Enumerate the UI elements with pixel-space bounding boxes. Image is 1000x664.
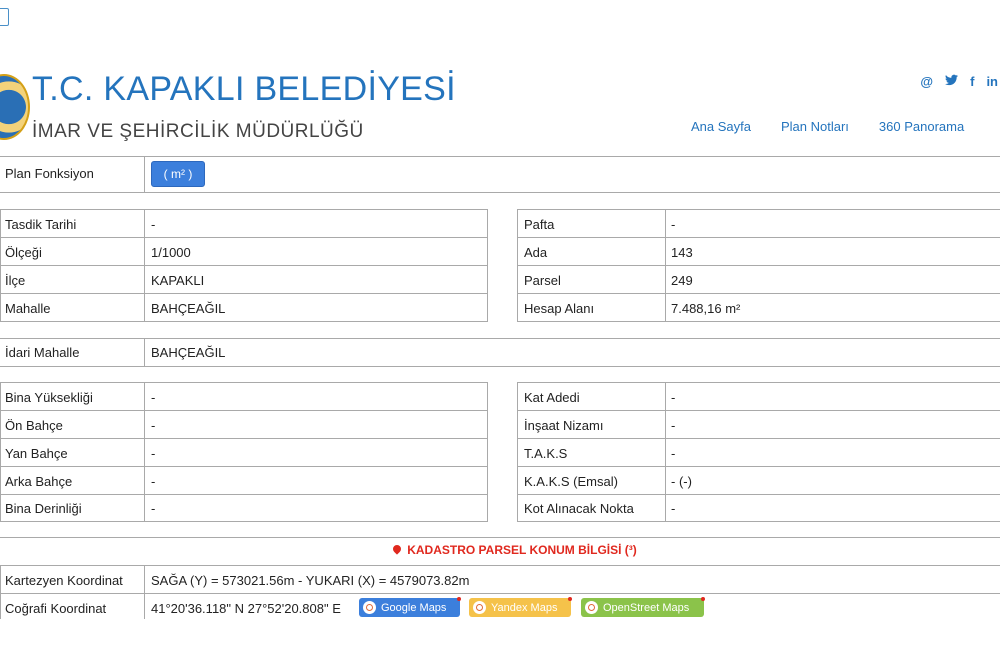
info-value: 7.488,16 m² — [671, 301, 741, 316]
info-label: Ada — [524, 245, 548, 260]
openstreet-maps-label: OpenStreet Maps — [603, 601, 690, 614]
page-title: T.C. KAPAKLI BELEDİYESİ — [32, 70, 456, 108]
divider — [0, 466, 488, 467]
divider — [144, 565, 145, 619]
info-value: 143 — [671, 245, 693, 260]
divider — [517, 494, 1000, 495]
build-label: K.A.K.S (Emsal) — [524, 474, 618, 489]
idari-label: İdari Mahalle — [5, 345, 80, 360]
build-value: - — [671, 501, 676, 516]
google-maps-button[interactable]: Google Maps — [359, 597, 461, 617]
info-label: Ölçeği — [5, 245, 42, 260]
build-label: Ön Bahçe — [5, 418, 63, 433]
kadastro-title: KADASTRO PARSEL KONUM BİLGİSİ (³) — [0, 543, 1000, 557]
build-value: - — [151, 418, 156, 433]
build-value: - — [671, 418, 676, 433]
map-pin-icon — [391, 543, 403, 555]
kadastro-title-text: KADASTRO PARSEL KONUM BİLGİSİ (³) — [407, 543, 637, 557]
map-marker-icon — [363, 601, 376, 614]
build-label: Kat Adedi — [524, 390, 580, 405]
divider — [0, 565, 1000, 566]
divider — [0, 537, 1000, 538]
divider — [517, 293, 1000, 294]
info-label: Pafta — [524, 217, 555, 232]
info-value: KAPAKLI — [151, 273, 205, 288]
divider — [0, 494, 488, 495]
build-label: Kot Alınacak Nokta — [524, 501, 634, 516]
divider — [144, 382, 145, 522]
twitter-icon[interactable] — [945, 74, 959, 89]
build-value: - — [671, 390, 676, 405]
google-maps-label: Google Maps — [381, 601, 447, 614]
build-value: - — [151, 446, 156, 461]
info-value: BAHÇEAĞIL — [151, 301, 226, 316]
municipality-logo — [0, 74, 30, 140]
main-nav: Ana Sayfa Plan Notları 360 Panorama — [691, 119, 964, 134]
cografi-value: 41°20'36.118" N 27°52'20.808" E — [151, 601, 341, 616]
build-label: İnşaat Nizamı — [524, 418, 604, 433]
badge-dot — [457, 597, 461, 601]
divider — [517, 237, 1000, 238]
divider — [0, 338, 1000, 339]
info-label: Parsel — [524, 273, 561, 288]
kartezyen-label: Kartezyen Koordinat — [5, 573, 123, 588]
divider — [517, 410, 1000, 411]
build-value: - — [151, 390, 156, 405]
divider — [0, 565, 1, 619]
divider — [517, 466, 1000, 467]
divider — [665, 382, 666, 522]
info-value: 1/1000 — [151, 245, 191, 260]
nav-plan-notes[interactable]: Plan Notları — [781, 119, 849, 134]
info-value: 249 — [671, 273, 693, 288]
divider — [0, 237, 488, 238]
divider — [144, 338, 145, 367]
build-value: - (-) — [671, 474, 692, 489]
divider — [517, 265, 1000, 266]
m2-button[interactable]: ( m² ) — [151, 161, 205, 187]
facebook-icon[interactable]: f — [970, 74, 974, 89]
badge-dot — [568, 597, 572, 601]
divider — [517, 438, 1000, 439]
divider — [0, 293, 488, 294]
build-label: T.A.K.S — [524, 446, 568, 461]
divider — [0, 438, 488, 439]
build-value: - — [151, 501, 156, 516]
divider — [0, 593, 1000, 594]
build-label: Bina Yüksekliği — [5, 390, 93, 405]
badge-dot — [701, 597, 705, 601]
divider — [0, 156, 1000, 157]
divider — [0, 265, 488, 266]
map-marker-icon — [473, 601, 486, 614]
build-value: - — [151, 474, 156, 489]
build-value: - — [671, 446, 676, 461]
yandex-maps-button[interactable]: Yandex Maps — [469, 597, 572, 617]
cografi-label: Coğrafi Koordinat — [5, 601, 107, 616]
linkedin-icon[interactable]: in — [986, 74, 998, 89]
openstreet-maps-button[interactable]: OpenStreet Maps — [581, 597, 705, 617]
corner-icon[interactable] — [0, 8, 9, 26]
idari-value: BAHÇEAĞIL — [151, 345, 226, 360]
plan-function-label: Plan Fonksiyon — [5, 166, 94, 181]
divider — [0, 410, 488, 411]
info-label: Hesap Alanı — [524, 301, 595, 316]
info-label: Mahalle — [5, 301, 51, 316]
info-value: - — [671, 217, 676, 232]
page-subtitle: İMAR VE ŞEHİRCİLİK MÜDÜRLÜĞÜ — [32, 121, 364, 142]
nav-360-panorama[interactable]: 360 Panorama — [879, 119, 964, 134]
kartezyen-value: SAĞA (Y) = 573021.56m - YUKARI (X) = 457… — [151, 573, 470, 588]
divider — [0, 192, 1000, 193]
build-label: Bina Derinliği — [5, 501, 82, 516]
build-label: Arka Bahçe — [5, 474, 73, 489]
nav-home[interactable]: Ana Sayfa — [691, 119, 751, 134]
build-label: Yan Bahçe — [5, 446, 68, 461]
divider — [144, 156, 145, 193]
map-marker-icon — [585, 601, 598, 614]
email-icon[interactable]: @ — [920, 74, 933, 89]
info-label: Tasdik Tarihi — [5, 217, 77, 232]
info-label: İlçe — [5, 273, 26, 288]
divider — [0, 366, 1000, 367]
yandex-maps-label: Yandex Maps — [491, 601, 558, 614]
info-value: - — [151, 217, 156, 232]
social-links: @ f in — [920, 74, 998, 89]
